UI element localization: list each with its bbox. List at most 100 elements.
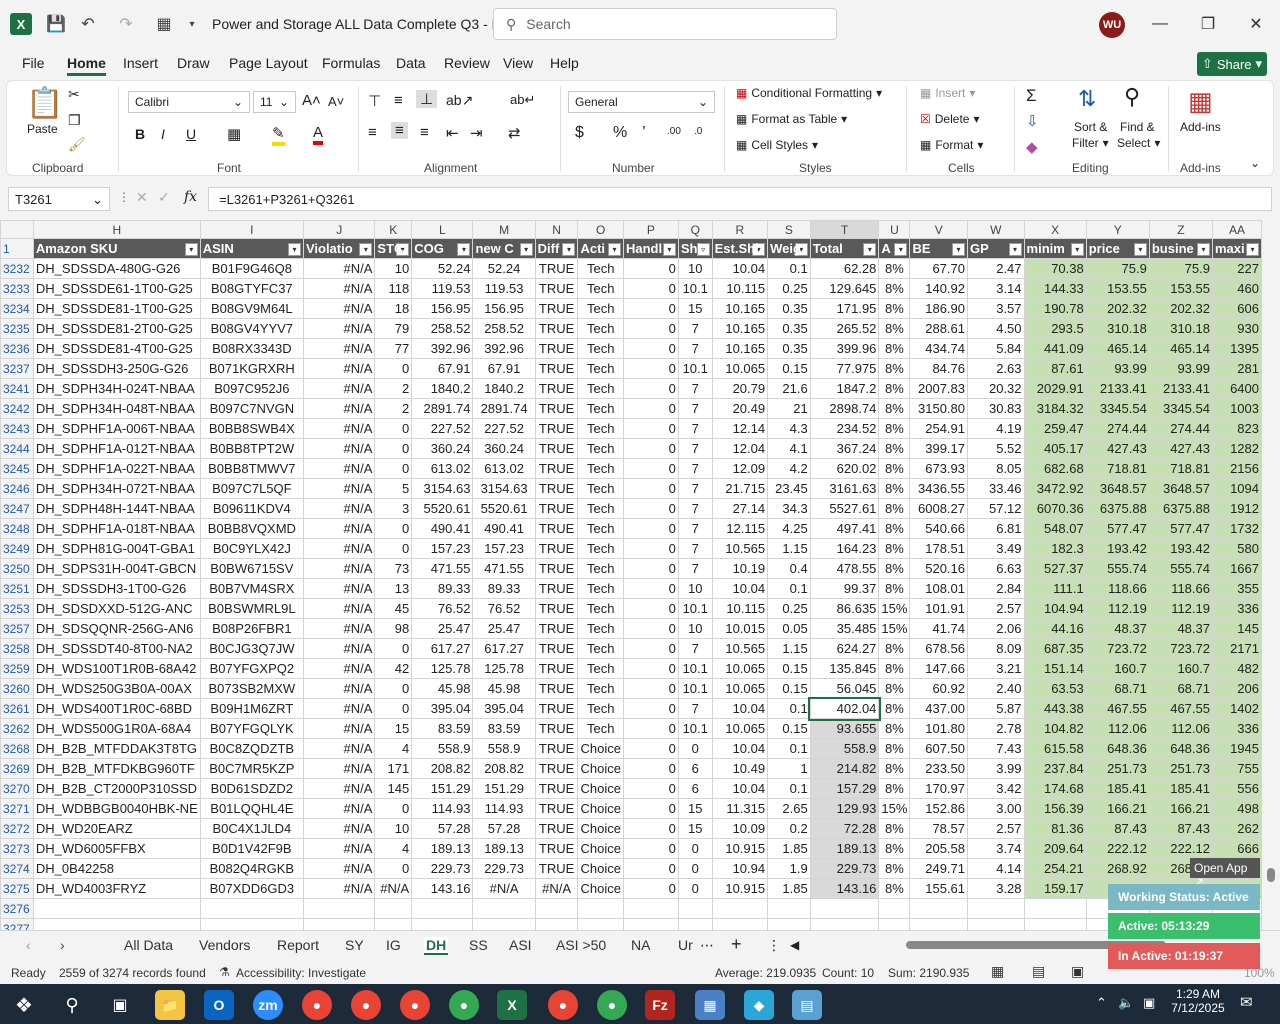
table-cell[interactable]: 577.47 xyxy=(1148,518,1213,539)
column-header[interactable]: AA xyxy=(1211,220,1262,239)
filter-dropdown-icon[interactable]: ▾ xyxy=(662,243,676,256)
menu-home[interactable]: Home xyxy=(67,55,106,76)
table-cell[interactable]: 78.57 xyxy=(909,818,968,839)
table-cell[interactable]: 823 xyxy=(1211,418,1262,439)
filter-dropdown-icon[interactable]: ▾ xyxy=(863,243,877,256)
row-number[interactable]: 3257 xyxy=(0,618,34,639)
table-cell[interactable]: #N/A xyxy=(302,338,376,359)
table-cell[interactable]: 434.74 xyxy=(909,338,968,359)
table-header-cell[interactable]: ▾ Violatio xyxy=(302,238,376,259)
table-cell[interactable]: 0 xyxy=(622,798,679,819)
table-cell[interactable]: 2891.74 xyxy=(472,398,536,419)
table-cell[interactable]: 0 xyxy=(374,358,413,379)
table-cell[interactable]: 678.56 xyxy=(909,638,968,659)
table-row[interactable]: 3248 DH_SDPHF1A-018T-NBAA B0BB8VQXMD #N/A 0 4… xyxy=(0,518,1262,539)
table-header-cell[interactable]: ▾ Est.Shi xyxy=(711,238,769,259)
wrap-text-icon[interactable]: ab↵ xyxy=(510,92,535,108)
scroll-tabs-left-icon[interactable]: ‹ xyxy=(26,937,31,953)
table-cell[interactable]: 607.50 xyxy=(909,738,968,759)
table-cell[interactable]: 577.47 xyxy=(1085,518,1150,539)
tab-report[interactable]: Report xyxy=(277,937,319,953)
table-cell[interactable]: 166.21 xyxy=(1085,798,1150,819)
table-cell[interactable] xyxy=(32,918,201,930)
spreadsheet-grid[interactable]: H I J K L M N O P Q R S T U V W X Y Z AA 1 ▾ Amazon SKU ▾ ASIN ▾… xyxy=(0,220,1262,930)
table-cell[interactable]: 6375.88 xyxy=(1148,498,1213,519)
table-cell[interactable]: 10.915 xyxy=(711,878,769,899)
table-cell[interactable]: Choice xyxy=(577,878,624,899)
table-cell[interactable]: 2.40 xyxy=(967,678,1025,699)
table-cell[interactable]: 2.63 xyxy=(967,358,1025,379)
table-cell[interactable]: #N/A xyxy=(374,878,413,899)
table-cell[interactable]: 237.84 xyxy=(1023,758,1087,779)
decrease-decimal-icon[interactable]: .0 xyxy=(694,126,702,137)
table-cell[interactable]: 104.82 xyxy=(1023,718,1087,739)
column-header[interactable]: Y xyxy=(1085,220,1150,239)
table-cell[interactable]: 7 xyxy=(677,538,713,559)
table-cell[interactable]: #N/A xyxy=(302,578,376,599)
tray-chevron-up-icon[interactable]: ⌃ xyxy=(1096,995,1107,1011)
scroll-left-icon[interactable]: ◀ xyxy=(790,938,799,952)
table-cell[interactable]: 648.36 xyxy=(1085,738,1150,759)
table-cell[interactable]: 151.29 xyxy=(472,778,536,799)
table-cell[interactable]: #N/A xyxy=(302,418,376,439)
align-middle-icon[interactable]: ≡ xyxy=(394,92,403,109)
table-row[interactable]: 3274 DH_0B42258 B082Q4RGKB #N/A 0 229.73 229.7… xyxy=(0,858,1262,879)
table-row[interactable]: 3251 DH_SDSSDH3-1T00-G26 B0B7VM4SRX #N/A 13 8… xyxy=(0,578,1262,599)
table-cell[interactable]: #N/A xyxy=(302,678,376,699)
table-cell[interactable]: 10.065 xyxy=(711,718,769,739)
cancel-formula-icon[interactable]: ✕ xyxy=(136,189,148,206)
find-select-label-2[interactable]: Select ▾ xyxy=(1117,136,1160,150)
table-cell[interactable]: 15 xyxy=(677,818,713,839)
table-cell[interactable]: #N/A xyxy=(302,498,376,519)
table-cell[interactable]: 624.27 xyxy=(809,638,880,659)
page-layout-view-icon[interactable]: ▤ xyxy=(1032,963,1045,980)
table-header-cell[interactable]: ▿ Shi xyxy=(677,238,713,259)
table-cell[interactable]: TRUE xyxy=(534,258,579,279)
filter-dropdown-icon[interactable]: ▾ xyxy=(952,243,965,256)
table-cell[interactable]: 35.485 xyxy=(809,618,880,639)
table-cell[interactable]: 0 xyxy=(622,298,679,319)
table-cell[interactable]: 310.18 xyxy=(1085,318,1150,339)
table-cell[interactable]: 73 xyxy=(374,558,413,579)
row-number[interactable]: 3262 xyxy=(0,718,34,739)
table-cell[interactable]: 0.15 xyxy=(767,658,811,679)
table-cell[interactable] xyxy=(767,898,811,919)
table-cell[interactable]: 156.39 xyxy=(1023,798,1087,819)
table-cell[interactable]: 0.1 xyxy=(767,738,811,759)
table-cell[interactable]: 4.19 xyxy=(967,418,1025,439)
table-cell[interactable]: #N/A xyxy=(302,518,376,539)
table-cell[interactable]: 157.23 xyxy=(411,538,474,559)
table-cell[interactable]: #N/A xyxy=(302,558,376,579)
table-cell[interactable]: 482 xyxy=(1211,658,1262,679)
filter-dropdown-icon[interactable]: ▾ xyxy=(894,243,908,256)
tab-options-icon[interactable]: ⋮ xyxy=(767,937,781,954)
table-cell[interactable]: 193.42 xyxy=(1148,538,1213,559)
table-cell[interactable]: 310.18 xyxy=(1148,318,1213,339)
table-cell[interactable]: 45.98 xyxy=(472,678,536,699)
table-cell[interactable]: 6375.88 xyxy=(1085,498,1150,519)
table-cell[interactable]: 8% xyxy=(878,718,911,739)
table-cell[interactable]: 98 xyxy=(374,618,413,639)
notifications-icon[interactable]: ✉ xyxy=(1240,993,1253,1011)
row-number[interactable]: 3259 xyxy=(0,658,34,679)
table-cell[interactable]: 8% xyxy=(878,258,911,279)
table-cell[interactable]: 159.17 xyxy=(1023,878,1087,899)
table-cell[interactable]: DH_SDPH34H-024T-NBAA xyxy=(32,378,201,399)
table-cell[interactable]: TRUE xyxy=(534,638,579,659)
table-cell[interactable]: 755 xyxy=(1211,758,1262,779)
decrease-indent-icon[interactable]: ⇤ xyxy=(446,124,459,142)
row-number[interactable]: 3260 xyxy=(0,678,34,699)
table-cell[interactable]: 10.565 xyxy=(711,638,769,659)
table-cell[interactable]: 2.84 xyxy=(967,578,1025,599)
table-cell[interactable]: 0.15 xyxy=(767,678,811,699)
table-header-cell[interactable]: ▾ GP xyxy=(967,238,1025,259)
cut-icon[interactable]: ✂ xyxy=(68,86,80,103)
table-cell[interactable]: 189.13 xyxy=(809,838,880,859)
table-cell[interactable]: 214.82 xyxy=(809,758,880,779)
table-cell[interactable]: 405.17 xyxy=(1023,438,1087,459)
table-cell[interactable]: 48.37 xyxy=(1148,618,1213,639)
table-cell[interactable]: B08P26FBR1 xyxy=(199,618,304,639)
table-cell[interactable]: 114.93 xyxy=(411,798,474,819)
table-cell[interactable]: 0 xyxy=(374,538,413,559)
table-cell[interactable]: 497.41 xyxy=(809,518,880,539)
